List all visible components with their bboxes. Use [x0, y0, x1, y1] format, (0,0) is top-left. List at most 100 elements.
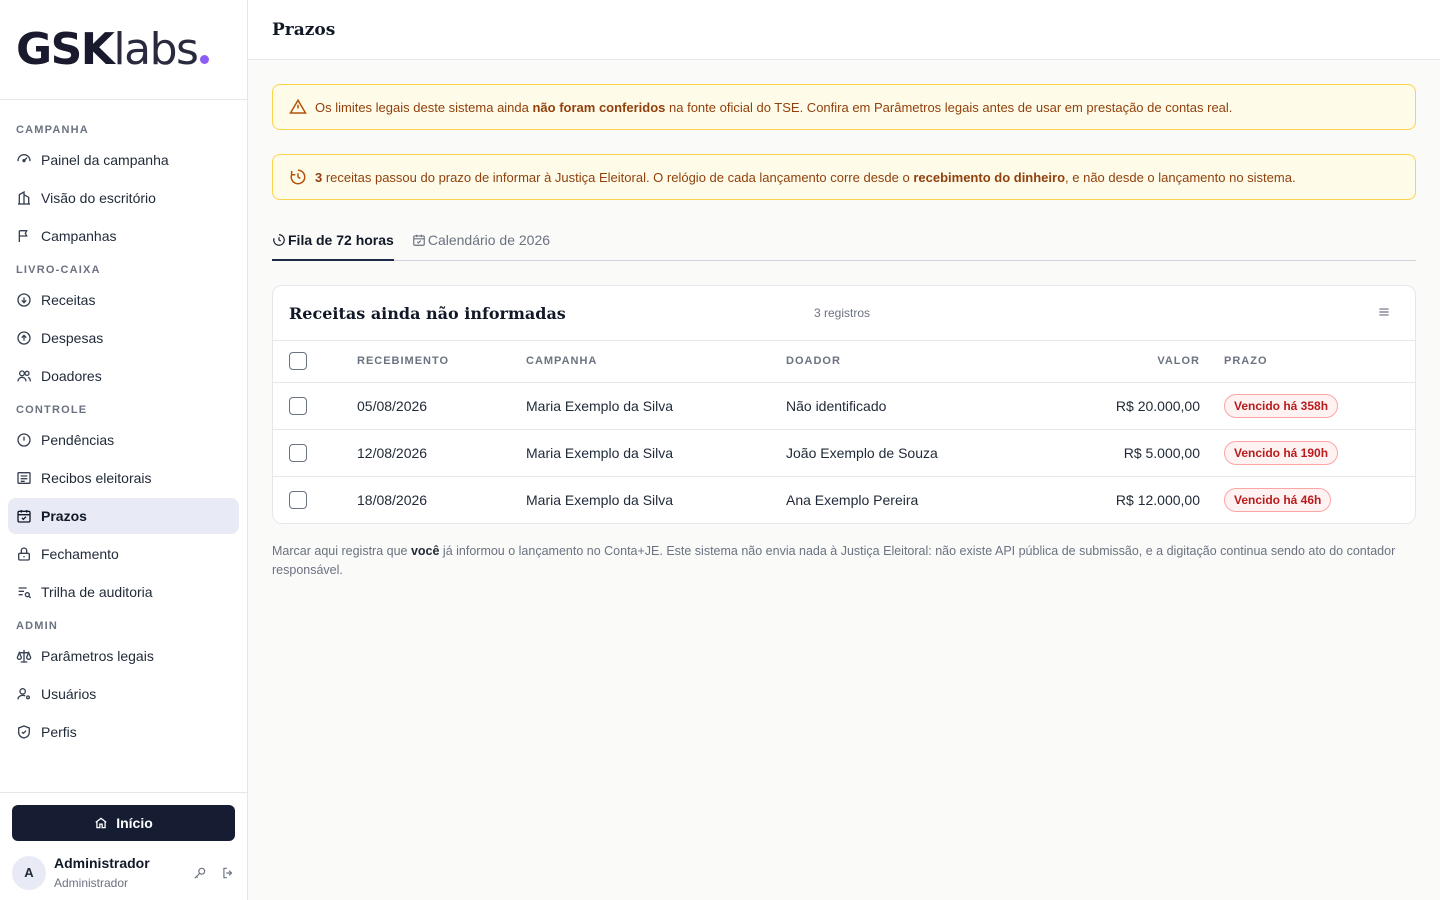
sidebar-item-perfis[interactable]: Perfis: [8, 714, 239, 750]
table-header-row: RECEBIMENTO CAMPANHA DOADOR VALOR PRAZO: [273, 341, 1415, 382]
nav-section-admin: ADMIN: [16, 620, 59, 632]
timer-icon: [273, 234, 285, 246]
sidebar-item-receitas[interactable]: Receitas: [8, 282, 239, 318]
cell-valor: R$ 20.000,00: [1115, 397, 1200, 414]
row-checkbox[interactable]: [289, 443, 307, 462]
user-name: Administrador: [54, 855, 150, 871]
table-row[interactable]: 05/08/2026 Maria Exemplo da Silva Não id…: [273, 382, 1415, 429]
cell-prazo: Vencido há 190h: [1214, 429, 1415, 476]
row-select-cell: [273, 476, 357, 523]
shield-check-icon: [18, 725, 30, 739]
column-header-campanha[interactable]: CAMPANHA: [526, 341, 786, 382]
sidebar-item-recibos[interactable]: Recibos eleitorais: [8, 460, 239, 496]
sidebar-item-label: Doadores: [41, 368, 102, 384]
key-icon[interactable]: [193, 866, 207, 880]
clock-icon: [290, 169, 306, 185]
arrow-up-circle-icon: [17, 331, 31, 345]
legal-alert-post: na fonte oficial do TSE. Confira em Parâ…: [665, 99, 1233, 115]
table-row[interactable]: 18/08/2026 Maria Exemplo da Silva Ana Ex…: [273, 476, 1415, 523]
column-header-doador[interactable]: DOADOR: [786, 341, 1036, 382]
receipts-table: RECEBIMENTO CAMPANHA DOADOR VALOR PRAZO …: [273, 341, 1415, 523]
main-area: Prazos Os limites legais deste sistema a…: [248, 0, 1440, 900]
sidebar: GSKlabs CAMPANHA Painel da campanha Visã…: [0, 0, 248, 900]
deadline-alert-mid: receitas passou do prazo de informar à J…: [322, 169, 914, 185]
sidebar-item-doadores[interactable]: Doadores: [8, 358, 239, 394]
user-info: Administrador Administrador: [54, 855, 193, 890]
tab-label: Fila de 72 horas: [288, 232, 394, 248]
sidebar-item-label: Fechamento: [41, 546, 119, 562]
sidebar-item-auditoria[interactable]: Trilha de auditoria: [8, 574, 239, 610]
sidebar-item-painel[interactable]: Painel da campanha: [8, 142, 239, 178]
main-content: Os limites legais deste sistema ainda nã…: [248, 60, 1440, 580]
tab-fila-72-horas[interactable]: Fila de 72 horas: [272, 224, 394, 261]
logo-area: GSKlabs: [0, 0, 247, 100]
cell-prazo: Vencido há 358h: [1214, 382, 1415, 429]
row-checkbox[interactable]: [289, 396, 307, 415]
sidebar-item-parametros[interactable]: Parâmetros legais: [8, 638, 239, 674]
building-icon: [18, 190, 30, 205]
record-count: 3 registros: [814, 306, 871, 320]
sidebar-item-campanhas[interactable]: Campanhas: [8, 218, 239, 254]
cell-doador: João Exemplo de Souza: [786, 444, 938, 461]
card-header: Receitas ainda não informadas 3 registro…: [273, 286, 1415, 341]
lock-icon: [18, 547, 30, 561]
calendar-check-icon: [412, 234, 425, 246]
cell-prazo: Vencido há 46h: [1214, 476, 1415, 523]
legal-limits-alert: Os limites legais deste sistema ainda nã…: [272, 84, 1416, 130]
cell-recebimento: 18/08/2026: [357, 491, 428, 508]
tabs: Fila de 72 horas Calendário de 2026: [272, 224, 1416, 261]
flag-icon: [18, 230, 28, 242]
arrow-down-circle-icon: [17, 293, 31, 307]
footnote: Marcar aqui registra que você já informo…: [272, 542, 1412, 580]
cell-valor: R$ 5.000,00: [1123, 444, 1200, 461]
cell-doador: Não identificado: [786, 397, 887, 414]
calendar-check-icon: [17, 510, 31, 523]
row-checkbox[interactable]: [289, 490, 307, 509]
pending-receipts-card: Receitas ainda não informadas 3 registro…: [272, 285, 1416, 524]
page-title: Prazos: [272, 19, 336, 40]
home-icon: [95, 817, 107, 829]
topbar: Prazos: [248, 0, 1440, 60]
list-search-icon: [18, 587, 32, 599]
footnote-bold: você: [410, 544, 440, 558]
tab-calendario-2026[interactable]: Calendário de 2026: [412, 224, 550, 260]
user-role: Administrador: [54, 876, 129, 890]
menu-lines-icon: [1379, 308, 1389, 315]
cell-recebimento: 05/08/2026: [357, 397, 428, 414]
column-header-prazo[interactable]: PRAZO: [1214, 341, 1415, 382]
overdue-badge: Vencido há 358h: [1224, 393, 1339, 418]
column-header-valor[interactable]: VALOR: [1036, 341, 1214, 382]
sidebar-item-label: Despesas: [41, 330, 104, 346]
select-all-checkbox[interactable]: [289, 352, 307, 371]
legal-alert-bold: não foram conferidos: [532, 99, 666, 115]
dashboard-icon: [17, 154, 31, 163]
sidebar-item-label: Painel da campanha: [41, 152, 169, 168]
user-actions: [193, 866, 235, 880]
sidebar-item-prazos[interactable]: Prazos: [8, 498, 239, 534]
card-title: Receitas ainda não informadas: [289, 303, 566, 323]
sidebar-item-label: Trilha de auditoria: [41, 584, 153, 600]
sidebar-item-pendencias[interactable]: Pendências: [8, 422, 239, 458]
sidebar-item-usuarios[interactable]: Usuários: [8, 676, 239, 712]
logout-icon[interactable]: [221, 866, 235, 880]
legal-alert-text: Os limites legais deste sistema ainda nã…: [315, 100, 1232, 115]
home-button[interactable]: Início: [12, 805, 235, 841]
footnote-post: já informou o lançamento no Conta+JE. Es…: [272, 544, 1396, 577]
brand-dot: [200, 54, 210, 64]
warning-triangle-icon: [289, 98, 307, 114]
brand-logo[interactable]: GSKlabs: [16, 27, 210, 72]
sidebar-item-label: Perfis: [41, 724, 77, 740]
sidebar-item-label: Recibos eleitorais: [41, 470, 152, 486]
sidebar-item-fechamento[interactable]: Fechamento: [8, 536, 239, 572]
sidebar-item-despesas[interactable]: Despesas: [8, 320, 239, 356]
table-row[interactable]: 12/08/2026 Maria Exemplo da Silva João E…: [273, 429, 1415, 476]
column-header-recebimento[interactable]: RECEBIMENTO: [357, 341, 526, 382]
deadline-alert-text: 3 receitas passou do prazo de informar à…: [315, 170, 1296, 185]
alert-circle-icon: [17, 433, 31, 447]
tab-label: Calendário de 2026: [427, 232, 551, 248]
column-menu-button[interactable]: [1377, 305, 1391, 322]
overdue-badge: Vencido há 190h: [1224, 440, 1339, 465]
sidebar-item-escritorio[interactable]: Visão do escritório: [8, 180, 239, 216]
user-settings-icon: [17, 688, 30, 700]
avatar[interactable]: A: [12, 855, 46, 890]
